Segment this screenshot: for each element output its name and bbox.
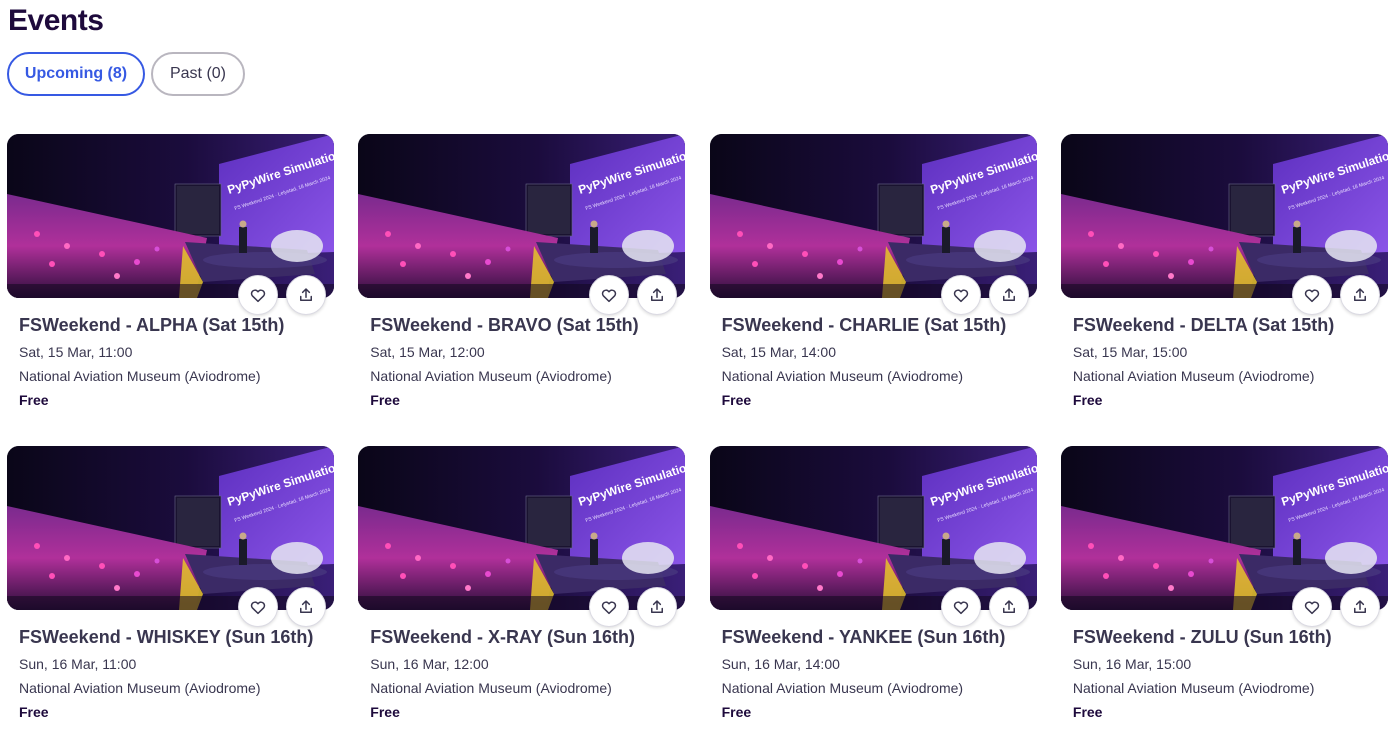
event-photo: PyPyWire Simulations FS Weekend 2024 · L… xyxy=(7,446,334,610)
share-button[interactable] xyxy=(286,587,326,627)
page-title: Events xyxy=(8,4,104,37)
event-price: Free xyxy=(19,704,49,720)
event-title[interactable]: FSWeekend - DELTA (Sat 15th) xyxy=(1073,315,1334,336)
like-button[interactable] xyxy=(940,587,981,627)
share-icon xyxy=(651,600,664,613)
share-icon xyxy=(1002,600,1015,613)
share-button[interactable] xyxy=(988,275,1029,315)
share-icon xyxy=(1002,288,1015,301)
event-image[interactable]: PyPyWire Simulations FS Weekend 2024 · L… xyxy=(709,446,1037,610)
event-card[interactable]: PyPyWire Simulations FS Weekend 2024 · L… xyxy=(1060,134,1388,446)
event-image[interactable]: PyPyWire Simulations FS Weekend 2024 · L… xyxy=(1060,134,1388,298)
like-button[interactable] xyxy=(940,275,981,315)
share-button[interactable] xyxy=(637,275,678,315)
event-photo: PyPyWire Simulations FS Weekend 2024 · L… xyxy=(358,446,686,610)
event-photo: PyPyWire Simulations FS Weekend 2024 · L… xyxy=(1060,446,1388,610)
like-button[interactable] xyxy=(589,275,630,315)
heart-icon xyxy=(250,289,266,303)
event-image[interactable]: PyPyWire Simulations FS Weekend 2024 · L… xyxy=(1060,446,1388,610)
event-image[interactable]: PyPyWire Simulations FS Weekend 2024 · L… xyxy=(709,134,1037,298)
share-button[interactable] xyxy=(988,587,1029,627)
event-date: Sun, 16 Mar, 15:00 xyxy=(1072,656,1192,672)
event-title[interactable]: FSWeekend - CHARLIE (Sat 15th) xyxy=(722,315,1007,336)
event-venue: National Aviation Museum (Aviodrome) xyxy=(1072,680,1315,696)
share-icon xyxy=(300,288,312,301)
event-price: Free xyxy=(370,392,400,408)
event-image[interactable]: PyPyWire Simulations FS Weekend 2024 · L… xyxy=(358,446,686,610)
event-venue: National Aviation Museum (Aviodrome) xyxy=(1072,368,1315,384)
event-title[interactable]: FSWeekend - BRAVO (Sat 15th) xyxy=(370,315,638,336)
heart-icon xyxy=(602,601,617,615)
event-date: Sun, 16 Mar, 14:00 xyxy=(721,656,840,672)
event-price: Free xyxy=(370,704,400,720)
event-date: Sat, 15 Mar, 14:00 xyxy=(721,344,836,360)
event-card[interactable]: PyPyWire Simulations FS Weekend 2024 · L… xyxy=(358,134,686,446)
event-card[interactable]: PyPyWire Simulations FS Weekend 2024 · L… xyxy=(1060,446,1388,746)
event-title[interactable]: FSWeekend - ZULU (Sun 16th) xyxy=(1073,627,1332,648)
share-icon xyxy=(651,288,664,301)
event-photo: PyPyWire Simulations FS Weekend 2024 · L… xyxy=(358,134,686,298)
share-button[interactable] xyxy=(1339,275,1380,315)
event-date: Sun, 16 Mar, 11:00 xyxy=(19,656,137,672)
event-title[interactable]: FSWeekend - ALPHA (Sat 15th) xyxy=(19,315,284,336)
share-icon xyxy=(1353,288,1366,301)
event-venue: National Aviation Museum (Aviodrome) xyxy=(370,680,612,696)
event-title[interactable]: FSWeekend - WHISKEY (Sun 16th) xyxy=(19,627,313,648)
event-venue: National Aviation Museum (Aviodrome) xyxy=(721,368,964,384)
heart-icon xyxy=(250,601,266,615)
like-button[interactable] xyxy=(238,275,278,315)
event-price: Free xyxy=(721,704,752,720)
event-image[interactable]: PyPyWire Simulations FS Weekend 2024 · L… xyxy=(7,446,334,610)
event-venue: National Aviation Museum (Aviodrome) xyxy=(370,368,612,384)
event-date: Sat, 15 Mar, 15:00 xyxy=(1072,344,1188,360)
events-tabs: Upcoming (8) Past (0) xyxy=(7,52,245,96)
event-card[interactable]: PyPyWire Simulations FS Weekend 2024 · L… xyxy=(7,446,334,746)
event-photo: PyPyWire Simulations FS Weekend 2024 · L… xyxy=(709,134,1037,298)
event-title[interactable]: FSWeekend - X-RAY (Sun 16th) xyxy=(370,627,635,648)
events-grid: PyPyWire Simulations FS Weekend 2024 · L… xyxy=(7,134,1389,746)
share-button[interactable] xyxy=(637,587,678,627)
heart-icon xyxy=(953,601,968,615)
like-button[interactable] xyxy=(589,587,630,627)
event-card[interactable]: PyPyWire Simulations FS Weekend 2024 · L… xyxy=(7,134,334,446)
like-button[interactable] xyxy=(238,587,278,627)
heart-icon xyxy=(1304,289,1320,303)
event-photo: PyPyWire Simulations FS Weekend 2024 · L… xyxy=(1060,134,1388,298)
event-price: Free xyxy=(19,392,49,408)
heart-icon xyxy=(602,289,617,303)
event-price: Free xyxy=(1072,704,1103,720)
tab-upcoming[interactable]: Upcoming (8) xyxy=(7,52,145,96)
event-card[interactable]: PyPyWire Simulations FS Weekend 2024 · L… xyxy=(358,446,686,746)
like-button[interactable] xyxy=(1291,275,1332,315)
share-icon xyxy=(1353,600,1366,613)
event-venue: National Aviation Museum (Aviodrome) xyxy=(721,680,964,696)
tab-past[interactable]: Past (0) xyxy=(151,52,245,96)
share-button[interactable] xyxy=(286,275,326,315)
share-icon xyxy=(300,600,312,613)
event-image[interactable]: PyPyWire Simulations FS Weekend 2024 · L… xyxy=(358,134,686,298)
share-button[interactable] xyxy=(1339,587,1380,627)
event-venue: National Aviation Museum (Aviodrome) xyxy=(19,368,261,384)
event-card[interactable]: PyPyWire Simulations FS Weekend 2024 · L… xyxy=(709,446,1037,746)
heart-icon xyxy=(1304,601,1320,615)
event-date: Sun, 16 Mar, 12:00 xyxy=(370,656,489,672)
event-price: Free xyxy=(1072,392,1103,408)
like-button[interactable] xyxy=(1291,587,1332,627)
event-price: Free xyxy=(721,392,752,408)
event-date: Sat, 15 Mar, 12:00 xyxy=(370,344,485,360)
event-title[interactable]: FSWeekend - YANKEE (Sun 16th) xyxy=(722,627,1006,648)
event-venue: National Aviation Museum (Aviodrome) xyxy=(19,680,261,696)
event-photo: PyPyWire Simulations FS Weekend 2024 · L… xyxy=(7,134,334,298)
heart-icon xyxy=(953,289,968,303)
event-card[interactable]: PyPyWire Simulations FS Weekend 2024 · L… xyxy=(709,134,1037,446)
event-date: Sat, 15 Mar, 11:00 xyxy=(19,344,133,360)
event-image[interactable]: PyPyWire Simulations FS Weekend 2024 · L… xyxy=(7,134,334,298)
event-photo: PyPyWire Simulations FS Weekend 2024 · L… xyxy=(709,446,1037,610)
